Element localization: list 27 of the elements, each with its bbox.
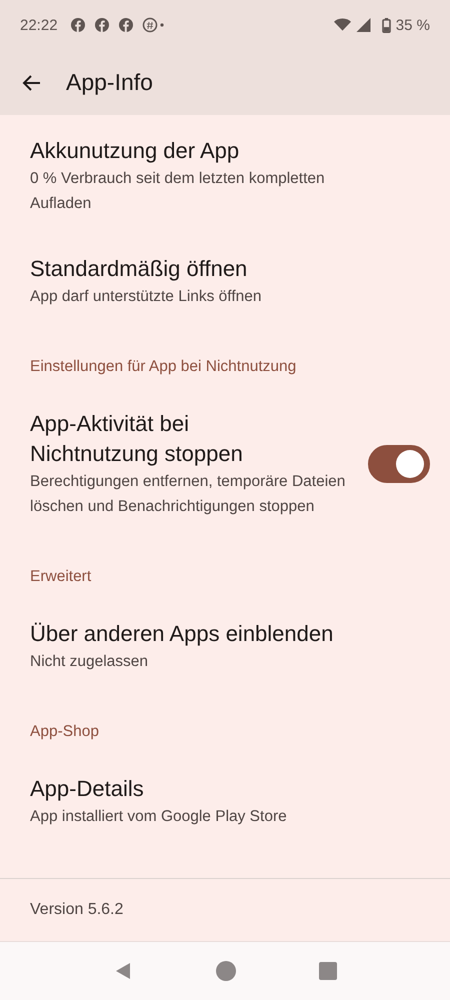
- setting-summary: Berechtigungen entfernen, temporäre Dateien löschen und Benachrichtigungen stoppen: [30, 472, 346, 517]
- clock: 22:22: [20, 16, 58, 34]
- recents-nav-icon[interactable]: [318, 962, 337, 980]
- page-title: App-Info: [66, 69, 153, 96]
- setting-summary: Nicht zugelassen: [30, 652, 150, 672]
- notification-icon: [142, 17, 166, 33]
- facebook-notification-icon: [118, 17, 134, 33]
- signal-icon: [354, 18, 372, 32]
- battery-icon: [382, 18, 391, 32]
- battery-percent: 35 %: [396, 16, 430, 34]
- setting-title[interactable]: App-Aktivität bei Nichtnutzung stoppen: [30, 409, 290, 469]
- setting-summary: App installiert vom Google Play Store: [30, 807, 288, 827]
- setting-title[interactable]: App-Details: [30, 774, 370, 804]
- section-header: Erweitert: [29, 567, 92, 587]
- facebook-notification-icon: [94, 17, 110, 33]
- home-nav-icon[interactable]: [216, 961, 236, 981]
- setting-summary: 0 % Verbrauch seit dem letzten kompletten Aufladen: [30, 169, 326, 214]
- facebook-notification-icon: [70, 17, 86, 33]
- wifi-icon: [334, 18, 351, 32]
- toggle-switch[interactable]: [368, 445, 430, 483]
- section-header: App-Shop: [29, 722, 100, 742]
- setting-title[interactable]: Akkunutzung der App: [30, 136, 370, 166]
- setting-title[interactable]: Über anderen Apps einblenden: [30, 619, 370, 649]
- version-text: Version 5.6.2: [30, 901, 124, 919]
- setting-summary: App darf unterstützte Links öffnen: [30, 287, 263, 307]
- setting-title[interactable]: Standardmäßig öffnen: [30, 254, 370, 284]
- section-header: Einstellungen für App bei Nichtnutzung: [29, 357, 298, 377]
